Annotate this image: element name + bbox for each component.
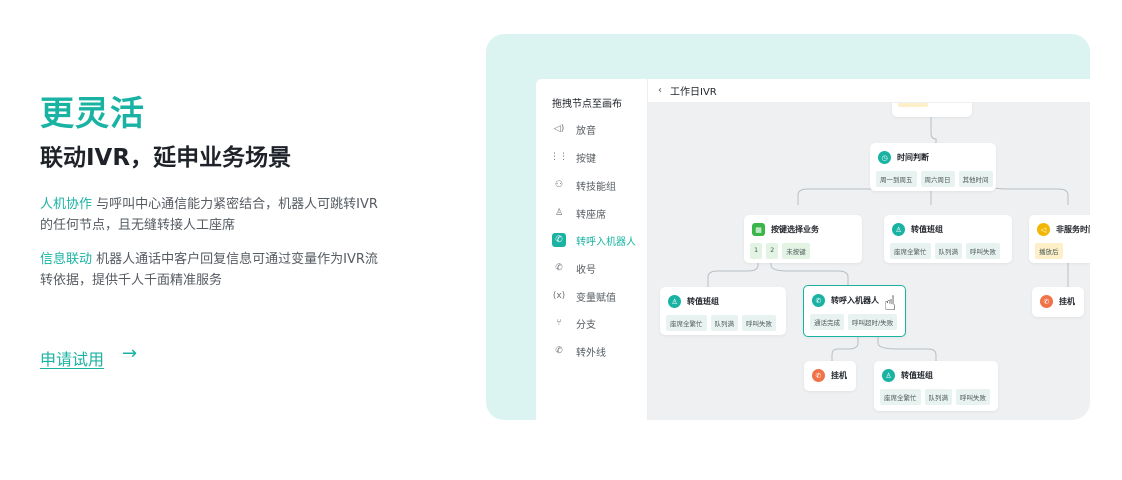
node-title: 转值班组 [901,371,933,380]
ivr-editor-window: 拖拽节点至画布 ◁) 放音 ⋮⋮ 按键 ⚇ 转技能组 ♙ 转座席 ✆ 转呼入机器人 ✆ 收号… [536,79,1090,420]
node-tag: 播放后 [1035,243,1063,259]
node-tag: 其他时间 [958,171,993,187]
hangup-icon: ✆ [1040,295,1053,308]
hand-pointer-icon: ☝ [884,291,897,315]
feature-paragraph-info: 信息联动 机器人通话中客户回复信息可通过变量作为IVR流转依据，提供千人千面精准… [40,249,380,291]
group-icon: ⚇ [554,180,564,190]
palette-item-label: 变量赋值 [576,292,616,304]
phone-out-icon: ✆ [555,346,563,356]
palette-item-label: 转呼入机器人 [576,236,636,248]
palette-item-branch[interactable]: ⑂ 分支 [552,313,642,333]
node-title: 转呼入机器人 [831,296,879,305]
agent-icon: ♙ [882,369,895,382]
arrow-right-icon[interactable]: → [122,343,137,364]
variable-icon: (x) [552,291,566,301]
flow-node-key-select[interactable]: ▦ 按键选择业务 1 2 未按键 [744,215,862,263]
flow-node-time-check[interactable]: ◷ 时间判断 周一到周五 周六周日 其他时间 [870,143,996,191]
palette-item-play[interactable]: ◁) 放音 [552,119,642,139]
editor-title: 工作日IVR [670,87,717,98]
node-tag: 周六周日 [920,171,955,187]
node-tag: 未按键 [782,243,810,259]
feature-paragraph-collab: 人机协作 与呼叫中心通信能力紧密结合，机器人可跳转IVR的任何节点，且无缝转接人… [40,194,380,236]
node-tag: 座席全繁忙 [880,389,921,405]
flow-node-hangup[interactable]: ✆ 挂机 [1032,287,1084,317]
product-preview-frame: 拖拽节点至画布 ◁) 放音 ⋮⋮ 按键 ⚇ 转技能组 ♙ 转座席 ✆ 转呼入机器人 ✆ 收号… [486,34,1090,420]
node-tag: 周一到周五 [876,171,917,187]
palette-item-skill-group[interactable]: ⚇ 转技能组 [552,175,642,195]
node-title: 挂机 [831,371,847,380]
palette-item-collect[interactable]: ✆ 收号 [552,258,642,278]
node-tag: 2 [766,243,779,259]
node-title: 转值班组 [687,297,719,306]
agent-icon: ♙ [892,223,905,236]
node-tag: 座席全繁忙 [666,315,707,331]
hero-title: 更灵活 [40,94,145,134]
flow-connectors [707,117,1069,363]
keypad-icon: ▦ [752,223,765,236]
flow-node-duty-group[interactable]: ♙ 转值班组 座席全繁忙 队列满 呼叫失败 [660,287,786,335]
node-tag: 呼叫失败 [956,389,990,405]
node-title: 按键选择业务 [771,225,819,234]
node-title: 挂机 [1059,297,1075,306]
robot-icon: ✆ [812,294,825,307]
flow-node-hangup[interactable]: ✆ 挂机 [804,361,856,391]
flow-node-duty-group[interactable]: ♙ 转值班组 座席全繁忙 队列满 呼叫失败 [884,215,1012,263]
palette-item-outbound[interactable]: ✆ 转外线 [552,341,642,361]
palette-item-agent[interactable]: ♙ 转座席 [552,203,642,223]
node-tag: 1 [750,243,763,259]
speaker-icon: ◁) [553,124,565,134]
flow-node-duty-group[interactable]: ♙ 转值班组 座席全繁忙 队列满 呼叫失败 [874,361,998,411]
palette-title: 拖拽节点至画布 [552,99,622,110]
node-tag: 呼叫超时/失败 [848,314,898,330]
clock-icon: ◷ [878,151,891,164]
node-tag: 呼叫失败 [966,243,1000,259]
node-tag: 座席全繁忙 [890,243,931,259]
hero-subtitle: 联动IVR，延申业务场景 [40,145,292,171]
feature-highlight: 人机协作 [40,197,93,212]
robot-icon: ✆ [552,233,566,247]
node-tag: 通话完成 [810,314,844,330]
speaker-icon: ◁ [1037,223,1050,236]
agent-icon: ♙ [668,295,681,308]
node-title: 非服务时间 [1056,225,1090,234]
flow-node-non-service[interactable]: ◁ 非服务时间 播放后 [1029,215,1090,263]
agent-icon: ♙ [554,208,564,218]
phone-icon: ✆ [555,263,563,273]
palette-item-label: 放音 [576,125,596,137]
feature-highlight: 信息联动 [40,252,93,267]
keypad-icon: ⋮⋮ [550,152,568,162]
chevron-left-icon[interactable]: ‹ [658,85,662,96]
node-palette: 拖拽节点至画布 ◁) 放音 ⋮⋮ 按键 ⚇ 转技能组 ♙ 转座席 ✆ 转呼入机器人 ✆ 收号… [536,79,648,420]
node-title: 时间判断 [897,153,929,162]
flow-canvas[interactable]: ◷ 时间判断 周一到周五 周六周日 其他时间 ▦ 按键选择业务 1 2 未按键 ♙ 转… [648,103,1090,420]
node-tag: 呼叫失败 [742,315,776,331]
hangup-icon: ✆ [812,369,825,382]
palette-item-robot[interactable]: ✆ 转呼入机器人 [552,230,642,250]
editor-topbar: ‹ 工作日IVR [648,79,1090,103]
node-tag: 队列满 [934,243,962,259]
palette-item-label: 按键 [576,153,596,165]
palette-item-keypress[interactable]: ⋮⋮ 按键 [550,147,642,167]
palette-item-label: 转技能组 [576,181,616,193]
palette-item-label: 转外线 [576,347,606,359]
palette-item-label: 转座席 [576,209,606,221]
flow-node-partial[interactable] [892,103,972,117]
apply-trial-link[interactable]: 申请试用 [40,346,104,370]
node-tag: 队列满 [924,389,952,405]
branch-icon: ⑂ [556,318,562,328]
palette-item-label: 收号 [576,264,596,276]
node-tag: 队列满 [710,315,738,331]
palette-item-variable[interactable]: (x) 变量赋值 [552,286,642,306]
palette-item-label: 分支 [576,319,596,331]
node-title: 转值班组 [911,225,943,234]
